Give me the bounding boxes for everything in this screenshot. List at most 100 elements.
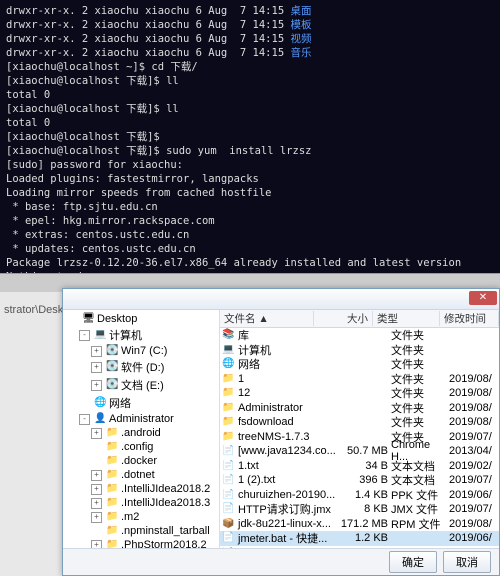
- file-row[interactable]: 🌐网络文件夹: [220, 357, 499, 372]
- file-row[interactable]: 📁treeNMS-1.7.3文件夹2019/07/: [220, 430, 499, 445]
- file-size: 8 KB: [338, 503, 391, 515]
- terminal-line: total 0: [6, 116, 494, 130]
- folder-icon: 📁: [106, 511, 119, 523]
- terminal-line: * base: ftp.sjtu.edu.cn: [6, 200, 494, 214]
- terminal-line: * epel: hkg.mirror.rackspace.com: [6, 214, 494, 228]
- file-row[interactable]: 📚库文件夹: [220, 328, 499, 343]
- terminal-line: drwxr-xr-x. 2 xiaochu xiaochu 6 Aug 7 14…: [6, 18, 494, 32]
- file-name: treeNMS-1.7.3: [238, 431, 310, 443]
- tree-node[interactable]: -💻计算机: [75, 326, 219, 344]
- terminal-line: Loaded plugins: fastestmirror, langpacks: [6, 172, 494, 186]
- tree-node[interactable]: 📁.npminstall_tarball: [87, 524, 219, 538]
- file-date: 2019/06/: [449, 489, 499, 501]
- file-name: 1: [238, 373, 244, 385]
- tree-node[interactable]: 📁.docker: [87, 454, 219, 468]
- close-button[interactable]: ✕: [469, 291, 497, 305]
- tree-node[interactable]: +📁.IntelliJIdea2018.2: [87, 482, 219, 496]
- expand-icon[interactable]: +: [91, 346, 102, 357]
- terminal-line: Package lrzsz-0.12.20-36.el7.x86_64 alre…: [6, 256, 494, 270]
- file-row[interactable]: 💻计算机文件夹: [220, 343, 499, 358]
- terminal-line: drwxr-xr-x. 2 xiaochu xiaochu 6 Aug 7 14…: [6, 4, 494, 18]
- tree-label: .PhpStorm2018.2: [121, 539, 207, 548]
- file-row[interactable]: 📄jmeter.bat - 快捷...1.2 KB2019/06/: [220, 531, 499, 546]
- col-date[interactable]: 修改时间: [440, 311, 499, 326]
- tree-node[interactable]: 📁.config: [87, 440, 219, 454]
- file-size: 1.4 KB: [338, 489, 391, 501]
- file-row[interactable]: 📄orderparams.csv29.8 KBMicrosoft ...2019…: [220, 546, 499, 549]
- file-icon: 📁: [222, 416, 235, 428]
- terminal-line: Loading mirror speeds from cached hostfi…: [6, 186, 494, 200]
- folder-icon: 🖥: [82, 313, 95, 325]
- folder-icon: 📁: [106, 469, 119, 481]
- titlebar[interactable]: ✕: [63, 289, 499, 310]
- file-name: churuizhen-20190...: [238, 489, 335, 501]
- tree-node[interactable]: + 📁.m2: [87, 510, 219, 524]
- folder-icon: 📁: [106, 441, 119, 453]
- file-icon: 📁: [222, 373, 235, 385]
- expand-icon[interactable]: +: [91, 428, 102, 439]
- file-row[interactable]: 📁Administrator文件夹2019/08/: [220, 401, 499, 416]
- file-icon: 📄: [222, 489, 235, 501]
- tree-node[interactable]: +💽Win7 (C:): [87, 344, 219, 358]
- file-row[interactable]: 📄1.txt34 B文本文档2019/02/: [220, 459, 499, 474]
- file-icon: 📁: [222, 402, 235, 414]
- tree-label: .IntelliJIdea2018.3: [121, 497, 210, 509]
- folder-tree[interactable]: 🖥Desktop-💻计算机+💽Win7 (C:)+💽软件 (D:)+💽文档 (E…: [63, 310, 220, 548]
- file-name: fsdownload: [238, 416, 294, 428]
- folder-icon: 📁: [106, 525, 119, 537]
- file-name: 1 (2).txt: [238, 474, 275, 486]
- expand-icon[interactable]: +: [91, 484, 102, 495]
- expand-icon[interactable]: +: [91, 540, 102, 549]
- expand-icon[interactable]: +: [91, 512, 102, 523]
- tree-label: 软件 (D:): [121, 359, 164, 375]
- tree-node[interactable]: 🖥Desktop: [63, 312, 219, 326]
- expand-icon[interactable]: +: [91, 470, 102, 481]
- col-type[interactable]: 类型: [373, 311, 440, 326]
- tree-node[interactable]: +💽文档 (E:): [87, 376, 219, 394]
- file-row[interactable]: 📦jdk-8u221-linux-x...171.2 MBRPM 文件2019/…: [220, 517, 499, 532]
- tree-label: .m2: [121, 511, 139, 523]
- file-size: 34 B: [338, 460, 391, 472]
- tree-node[interactable]: + 📁.dotnet: [87, 468, 219, 482]
- file-size: 1.2 KB: [338, 532, 391, 544]
- expand-icon[interactable]: +: [91, 498, 102, 509]
- file-dialog: ✕ 🖥Desktop-💻计算机+💽Win7 (C:)+💽软件 (D:)+💽文档 …: [62, 288, 500, 576]
- file-size: 396 B: [338, 474, 391, 486]
- ok-button[interactable]: 确定: [389, 551, 437, 573]
- file-name: Administrator: [238, 402, 303, 414]
- file-row[interactable]: 📁fsdownload文件夹2019/08/: [220, 415, 499, 430]
- file-row[interactable]: 📄HTTP请求订购.jmx8 KBJMX 文件2019/07/: [220, 502, 499, 517]
- terminal-line: drwxr-xr-x. 2 xiaochu xiaochu 6 Aug 7 14…: [6, 46, 494, 60]
- folder-icon: 🌐: [94, 397, 107, 409]
- tree-node[interactable]: +📁.IntelliJIdea2018.3: [87, 496, 219, 510]
- file-date: 2019/07/: [449, 431, 499, 443]
- file-row[interactable]: 📁12文件夹2019/08/: [220, 386, 499, 401]
- file-icon: 📄: [222, 547, 235, 548]
- tree-label: .dotnet: [121, 469, 155, 481]
- file-row[interactable]: 📄churuizhen-20190...1.4 KBPPK 文件2019/06/: [220, 488, 499, 503]
- expand-icon[interactable]: +: [91, 380, 102, 391]
- terminal-line: * extras: centos.ustc.edu.cn: [6, 228, 494, 242]
- list-header[interactable]: 文件名 ▲ 大小 类型 修改时间: [220, 310, 499, 328]
- file-row[interactable]: 📄[www.java1234.co...50.7 MBChrome H...20…: [220, 444, 499, 459]
- file-row[interactable]: 📁1文件夹2019/08/: [220, 372, 499, 387]
- col-size[interactable]: 大小: [314, 311, 373, 326]
- tree-node[interactable]: +📁.android: [87, 426, 219, 440]
- file-icon: 📁: [222, 387, 235, 399]
- expand-icon[interactable]: -: [79, 330, 90, 341]
- cancel-button[interactable]: 取消: [443, 551, 491, 573]
- tree-node[interactable]: 🌐网络: [75, 394, 219, 412]
- expand-icon[interactable]: +: [91, 362, 102, 373]
- terminal-line: [xiaochu@localhost ~]$ cd 下载/: [6, 60, 494, 74]
- terminal[interactable]: drwxr-xr-x. 2 xiaochu xiaochu 6 Aug 7 14…: [0, 0, 500, 273]
- expand-icon[interactable]: -: [79, 414, 90, 425]
- terminal-line: total 0: [6, 88, 494, 102]
- file-row[interactable]: 📄1 (2).txt396 B文本文档2019/07/: [220, 473, 499, 488]
- file-icon: 📁: [222, 431, 235, 443]
- folder-icon: 💽: [106, 345, 119, 357]
- tree-node[interactable]: +📁.PhpStorm2018.2: [87, 538, 219, 548]
- file-type: RPM 文件: [391, 516, 449, 532]
- col-name[interactable]: 文件名 ▲: [220, 311, 314, 326]
- tree-node[interactable]: +💽软件 (D:): [87, 358, 219, 376]
- tree-node[interactable]: -👤Administrator: [75, 412, 219, 426]
